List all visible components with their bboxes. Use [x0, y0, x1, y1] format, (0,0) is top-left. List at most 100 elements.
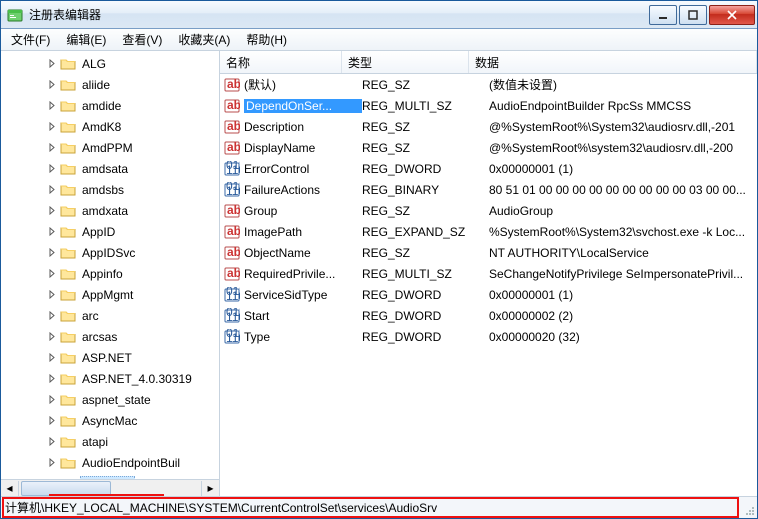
expand-icon[interactable]	[47, 142, 58, 153]
value-row[interactable]: ErrorControlREG_DWORD0x00000001 (1)	[220, 158, 757, 179]
value-data: %SystemRoot%\System32\svchost.exe -k Loc…	[489, 225, 757, 239]
column-header-data[interactable]: 数据	[469, 51, 757, 73]
folder-icon	[60, 56, 76, 72]
value-row[interactable]: DescriptionREG_SZ@%SystemRoot%\System32\…	[220, 116, 757, 137]
menubar: 文件(F) 编辑(E) 查看(V) 收藏夹(A) 帮助(H)	[1, 29, 757, 51]
tree-item[interactable]: arcsas	[1, 326, 219, 347]
tree-item[interactable]: amdxata	[1, 200, 219, 221]
tree-item[interactable]: AmdK8	[1, 116, 219, 137]
titlebar[interactable]: 注册表编辑器	[1, 1, 757, 29]
tree-item[interactable]: Appinfo	[1, 263, 219, 284]
value-row[interactable]: GroupREG_SZAudioGroup	[220, 200, 757, 221]
expand-icon[interactable]	[47, 436, 58, 447]
folder-icon	[60, 455, 76, 471]
reg-string-icon	[224, 140, 240, 156]
menu-view[interactable]: 查看(V)	[114, 29, 170, 50]
expand-icon[interactable]	[47, 331, 58, 342]
tree-item[interactable]: arc	[1, 305, 219, 326]
reg-string-icon	[224, 266, 240, 282]
tree-item[interactable]: amdide	[1, 95, 219, 116]
tree-item[interactable]: aspnet_state	[1, 389, 219, 410]
tree-item[interactable]: amdsbs	[1, 179, 219, 200]
tree-item[interactable]: AppID	[1, 221, 219, 242]
tree-item[interactable]: ASP.NET_4.0.30319	[1, 368, 219, 389]
tree-horizontal-scrollbar[interactable]: ◂ ▸	[1, 479, 219, 496]
folder-icon	[60, 287, 76, 303]
close-button[interactable]	[709, 5, 755, 25]
value-row[interactable]: ServiceSidTypeREG_DWORD0x00000001 (1)	[220, 284, 757, 305]
tree-item[interactable]: amdsata	[1, 158, 219, 179]
expand-icon[interactable]	[47, 226, 58, 237]
tree-item-label: ASP.NET	[80, 351, 134, 365]
tree-item[interactable]: ASP.NET	[1, 347, 219, 368]
value-data: 80 51 01 00 00 00 00 00 00 00 00 00 03 0…	[489, 183, 757, 197]
resize-grip-icon[interactable]	[743, 504, 755, 516]
values-list[interactable]: (默认)REG_SZ(数值未设置)DependOnSer...REG_MULTI…	[220, 74, 757, 496]
tree-item-label: AsyncMac	[80, 414, 139, 428]
expand-icon[interactable]	[47, 58, 58, 69]
value-data: 0x00000002 (2)	[489, 309, 757, 323]
expand-icon[interactable]	[47, 310, 58, 321]
value-row[interactable]: ObjectNameREG_SZNT AUTHORITY\LocalServic…	[220, 242, 757, 263]
folder-icon	[60, 413, 76, 429]
expand-icon[interactable]	[47, 100, 58, 111]
tree-item-label: arc	[80, 309, 101, 323]
value-row[interactable]: TypeREG_DWORD0x00000020 (32)	[220, 326, 757, 347]
value-type: REG_SZ	[362, 204, 489, 218]
value-row[interactable]: DisplayNameREG_SZ@%SystemRoot%\system32\…	[220, 137, 757, 158]
value-row[interactable]: FailureActionsREG_BINARY80 51 01 00 00 0…	[220, 179, 757, 200]
expand-icon[interactable]	[47, 394, 58, 405]
expand-icon[interactable]	[47, 373, 58, 384]
registry-tree[interactable]: ALGaliide amdide AmdK8AmdPPM amdsata amdsbs a…	[1, 51, 219, 479]
value-name: (默认)	[244, 76, 362, 93]
scroll-left-button[interactable]: ◂	[1, 481, 19, 496]
value-row[interactable]: (默认)REG_SZ(数值未设置)	[220, 74, 757, 95]
expand-icon[interactable]	[47, 247, 58, 258]
menu-edit[interactable]: 编辑(E)	[58, 29, 114, 50]
column-header-type[interactable]: 类型	[342, 51, 469, 73]
column-header-name[interactable]: 名称	[220, 51, 342, 73]
value-data: SeChangeNotifyPrivilege SeImpersonatePri…	[489, 267, 757, 281]
menu-help[interactable]: 帮助(H)	[238, 29, 295, 50]
tree-item[interactable]: ALG	[1, 53, 219, 74]
menu-favorites[interactable]: 收藏夹(A)	[170, 29, 238, 50]
expand-icon[interactable]	[47, 79, 58, 90]
scroll-thumb[interactable]	[21, 481, 111, 496]
tree-item[interactable]: aliide	[1, 74, 219, 95]
tree-item[interactable]: AmdPPM	[1, 137, 219, 158]
expand-icon[interactable]	[47, 268, 58, 279]
reg-binary-icon	[224, 329, 240, 345]
tree-item[interactable]: AppMgmt	[1, 284, 219, 305]
tree-item-label: amdsata	[80, 162, 130, 176]
reg-string-icon	[224, 224, 240, 240]
maximize-button[interactable]	[679, 5, 707, 25]
value-row[interactable]: ImagePathREG_EXPAND_SZ%SystemRoot%\Syste…	[220, 221, 757, 242]
tree-item-label: amdide	[80, 99, 123, 113]
tree-item[interactable]: AudioEndpointBuil	[1, 452, 219, 473]
menu-file[interactable]: 文件(F)	[3, 29, 58, 50]
tree-item-label: amdxata	[80, 204, 130, 218]
expand-icon[interactable]	[47, 121, 58, 132]
value-name: ImagePath	[244, 225, 362, 239]
value-row[interactable]: RequiredPrivile...REG_MULTI_SZSeChangeNo…	[220, 263, 757, 284]
expand-icon[interactable]	[47, 457, 58, 468]
expand-icon[interactable]	[47, 289, 58, 300]
value-row[interactable]: StartREG_DWORD0x00000002 (2)	[220, 305, 757, 326]
tree-item-label: atapi	[80, 435, 110, 449]
value-data: 0x00000001 (1)	[489, 162, 757, 176]
scroll-right-button[interactable]: ▸	[201, 481, 219, 496]
status-path: 计算机\HKEY_LOCAL_MACHINE\SYSTEM\CurrentCon…	[5, 499, 437, 516]
value-row[interactable]: DependOnSer...REG_MULTI_SZAudioEndpointB…	[220, 95, 757, 116]
expand-icon[interactable]	[47, 205, 58, 216]
expand-icon[interactable]	[47, 352, 58, 363]
tree-item[interactable]: atapi	[1, 431, 219, 452]
tree-item[interactable]: AppIDSvc	[1, 242, 219, 263]
reg-binary-icon	[224, 161, 240, 177]
expand-icon[interactable]	[47, 415, 58, 426]
folder-icon	[60, 329, 76, 345]
folder-icon	[60, 392, 76, 408]
expand-icon[interactable]	[47, 184, 58, 195]
minimize-button[interactable]	[649, 5, 677, 25]
expand-icon[interactable]	[47, 163, 58, 174]
tree-item[interactable]: AsyncMac	[1, 410, 219, 431]
